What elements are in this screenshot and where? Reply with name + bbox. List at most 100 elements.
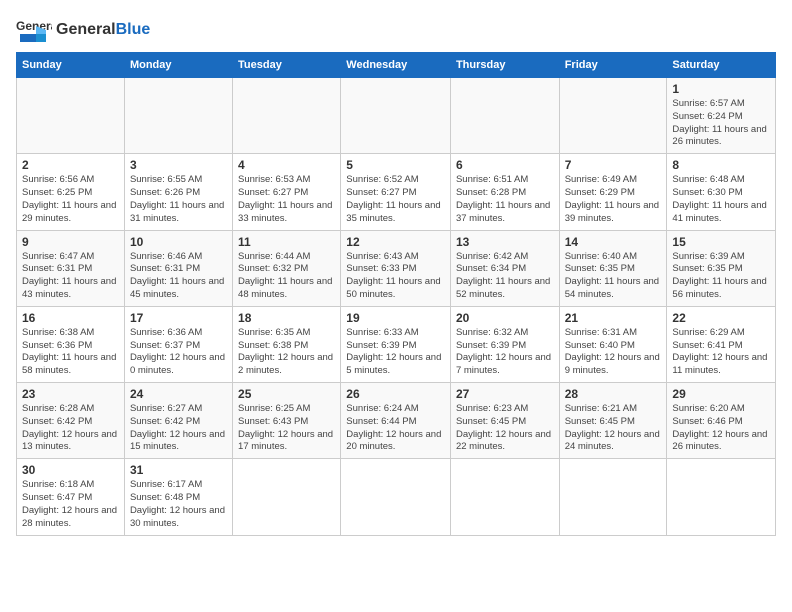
day-number: 11 [238, 235, 335, 249]
calendar-cell: 5 Sunrise: 6:52 AM Sunset: 6:27 PM Daylig… [341, 154, 451, 230]
day-info: Sunrise: 6:43 AM Sunset: 6:33 PM Dayligh… [346, 251, 445, 302]
day-number: 2 [22, 158, 119, 172]
day-number: 27 [456, 387, 554, 401]
header: General GeneralBlue [16, 16, 776, 44]
logo-icon: General [16, 16, 52, 44]
calendar-week-1: 1 Sunrise: 6:57 AM Sunset: 6:24 PM Daylig… [17, 78, 776, 154]
day-info: Sunrise: 6:51 AM Sunset: 6:28 PM Dayligh… [456, 174, 554, 225]
calendar-cell: 26Sunrise: 6:24 AM Sunset: 6:44 PM Dayli… [341, 383, 451, 459]
day-info: Sunrise: 6:53 AM Sunset: 6:27 PM Dayligh… [238, 174, 335, 225]
day-number: 20 [456, 311, 554, 325]
day-info: Sunrise: 6:40 AM Sunset: 6:35 PM Dayligh… [565, 251, 662, 302]
day-number: 24 [130, 387, 227, 401]
calendar-cell [559, 459, 667, 535]
day-info: Sunrise: 6:18 AM Sunset: 6:47 PM Dayligh… [22, 479, 119, 530]
calendar-table: SundayMondayTuesdayWednesdayThursdayFrid… [16, 52, 776, 536]
calendar-cell: 15Sunrise: 6:39 AM Sunset: 6:35 PM Dayli… [667, 230, 776, 306]
day-number: 7 [565, 158, 662, 172]
day-number: 23 [22, 387, 119, 401]
calendar-cell: 1 Sunrise: 6:57 AM Sunset: 6:24 PM Daylig… [667, 78, 776, 154]
calendar-cell: 22 Sunrise: 6:29 AM Sunset: 6:41 PM Dayli… [667, 306, 776, 382]
day-info: Sunrise: 6:42 AM Sunset: 6:34 PM Dayligh… [456, 251, 554, 302]
day-info: Sunrise: 6:21 AM Sunset: 6:45 PM Dayligh… [565, 403, 662, 454]
calendar-cell [450, 78, 559, 154]
calendar-cell [559, 78, 667, 154]
day-info: Sunrise: 6:55 AM Sunset: 6:26 PM Dayligh… [130, 174, 227, 225]
calendar-cell: 7 Sunrise: 6:49 AM Sunset: 6:29 PM Daylig… [559, 154, 667, 230]
day-number: 10 [130, 235, 227, 249]
calendar-cell: 8 Sunrise: 6:48 AM Sunset: 6:30 PM Daylig… [667, 154, 776, 230]
day-number: 30 [22, 463, 119, 477]
calendar-cell: 18Sunrise: 6:35 AM Sunset: 6:38 PM Dayli… [233, 306, 341, 382]
day-number: 13 [456, 235, 554, 249]
day-info: Sunrise: 6:32 AM Sunset: 6:39 PM Dayligh… [456, 327, 554, 378]
day-info: Sunrise: 6:20 AM Sunset: 6:46 PM Dayligh… [672, 403, 770, 454]
calendar-week-2: 2 Sunrise: 6:56 AM Sunset: 6:25 PM Daylig… [17, 154, 776, 230]
calendar-cell: 9Sunrise: 6:47 AM Sunset: 6:31 PM Daylig… [17, 230, 125, 306]
calendar-cell: 14 Sunrise: 6:40 AM Sunset: 6:35 PM Dayli… [559, 230, 667, 306]
day-info: Sunrise: 6:33 AM Sunset: 6:39 PM Dayligh… [346, 327, 445, 378]
logo: General GeneralBlue [16, 16, 150, 44]
day-info: Sunrise: 6:36 AM Sunset: 6:37 PM Dayligh… [130, 327, 227, 378]
calendar-cell: 17 Sunrise: 6:36 AM Sunset: 6:37 PM Dayli… [124, 306, 232, 382]
day-info: Sunrise: 6:31 AM Sunset: 6:40 PM Dayligh… [565, 327, 662, 378]
day-number: 1 [672, 82, 770, 96]
day-info: Sunrise: 6:28 AM Sunset: 6:42 PM Dayligh… [22, 403, 119, 454]
calendar-cell: 21 Sunrise: 6:31 AM Sunset: 6:40 PM Dayli… [559, 306, 667, 382]
day-header-wednesday: Wednesday [341, 53, 451, 78]
day-number: 19 [346, 311, 445, 325]
day-number: 22 [672, 311, 770, 325]
day-number: 3 [130, 158, 227, 172]
day-header-tuesday: Tuesday [233, 53, 341, 78]
day-header-monday: Monday [124, 53, 232, 78]
day-number: 8 [672, 158, 770, 172]
day-number: 17 [130, 311, 227, 325]
calendar-cell [341, 459, 451, 535]
calendar-cell: 30 Sunrise: 6:18 AM Sunset: 6:47 PM Dayli… [17, 459, 125, 535]
day-info: Sunrise: 6:17 AM Sunset: 6:48 PM Dayligh… [130, 479, 227, 530]
calendar-cell: 12 Sunrise: 6:43 AM Sunset: 6:33 PM Dayli… [341, 230, 451, 306]
day-info: Sunrise: 6:49 AM Sunset: 6:29 PM Dayligh… [565, 174, 662, 225]
day-header-friday: Friday [559, 53, 667, 78]
day-info: Sunrise: 6:46 AM Sunset: 6:31 PM Dayligh… [130, 251, 227, 302]
calendar-cell: 19 Sunrise: 6:33 AM Sunset: 6:39 PM Dayli… [341, 306, 451, 382]
svg-text:General: General [16, 19, 52, 33]
calendar-cell: 16Sunrise: 6:38 AM Sunset: 6:36 PM Dayli… [17, 306, 125, 382]
day-number: 6 [456, 158, 554, 172]
calendar-cell: 25Sunrise: 6:25 AM Sunset: 6:43 PM Dayli… [233, 383, 341, 459]
day-info: Sunrise: 6:57 AM Sunset: 6:24 PM Dayligh… [672, 98, 770, 149]
day-number: 9 [22, 235, 119, 249]
day-info: Sunrise: 6:48 AM Sunset: 6:30 PM Dayligh… [672, 174, 770, 225]
calendar-cell [17, 78, 125, 154]
day-number: 29 [672, 387, 770, 401]
day-header-saturday: Saturday [667, 53, 776, 78]
calendar-cell: 4 Sunrise: 6:53 AM Sunset: 6:27 PM Daylig… [233, 154, 341, 230]
day-info: Sunrise: 6:25 AM Sunset: 6:43 PM Dayligh… [238, 403, 335, 454]
day-number: 26 [346, 387, 445, 401]
day-info: Sunrise: 6:56 AM Sunset: 6:25 PM Dayligh… [22, 174, 119, 225]
day-header-thursday: Thursday [450, 53, 559, 78]
day-number: 12 [346, 235, 445, 249]
calendar-week-3: 9Sunrise: 6:47 AM Sunset: 6:31 PM Daylig… [17, 230, 776, 306]
calendar-cell: 10 Sunrise: 6:46 AM Sunset: 6:31 PM Dayli… [124, 230, 232, 306]
day-info: Sunrise: 6:27 AM Sunset: 6:42 PM Dayligh… [130, 403, 227, 454]
day-info: Sunrise: 6:52 AM Sunset: 6:27 PM Dayligh… [346, 174, 445, 225]
calendar-cell: 11 Sunrise: 6:44 AM Sunset: 6:32 PM Dayli… [233, 230, 341, 306]
calendar-cell: 29 Sunrise: 6:20 AM Sunset: 6:46 PM Dayli… [667, 383, 776, 459]
calendar-cell [124, 78, 232, 154]
day-number: 4 [238, 158, 335, 172]
calendar-week-6: 30 Sunrise: 6:18 AM Sunset: 6:47 PM Dayli… [17, 459, 776, 535]
day-info: Sunrise: 6:44 AM Sunset: 6:32 PM Dayligh… [238, 251, 335, 302]
calendar-cell [341, 78, 451, 154]
day-number: 28 [565, 387, 662, 401]
day-number: 5 [346, 158, 445, 172]
day-info: Sunrise: 6:39 AM Sunset: 6:35 PM Dayligh… [672, 251, 770, 302]
day-info: Sunrise: 6:29 AM Sunset: 6:41 PM Dayligh… [672, 327, 770, 378]
calendar-cell: 20 Sunrise: 6:32 AM Sunset: 6:39 PM Dayli… [450, 306, 559, 382]
calendar-cell: 27Sunrise: 6:23 AM Sunset: 6:45 PM Dayli… [450, 383, 559, 459]
day-number: 14 [565, 235, 662, 249]
calendar-cell: 23 Sunrise: 6:28 AM Sunset: 6:42 PM Dayli… [17, 383, 125, 459]
day-number: 21 [565, 311, 662, 325]
calendar-cell [450, 459, 559, 535]
calendar-cell [233, 78, 341, 154]
